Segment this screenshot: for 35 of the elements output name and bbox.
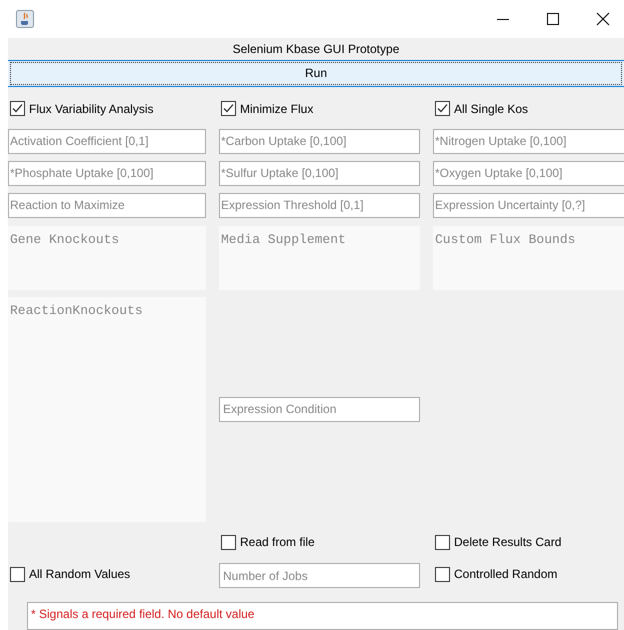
text-area[interactable]: Custom Flux Bounds [433,226,624,290]
cup-icon [16,10,34,28]
checkbox[interactable] [435,534,450,550]
number-of-jobs-field[interactable]: Number of Jobs [219,563,420,588]
checkbox[interactable] [435,566,450,582]
checkbox[interactable] [221,534,236,550]
input-field[interactable]: *Nitrogen Uptake [0,100] [433,128,624,154]
checkbox-label[interactable]: All Random Values [29,565,130,584]
expression-condition-field[interactable]: Expression Condition [219,396,420,422]
app-title: Selenium Kbase GUI Prototype [232,41,400,58]
run-button[interactable]: Run [8,60,624,87]
input-field[interactable]: *Carbon Uptake [0,100] [219,128,420,154]
checkbox-label[interactable]: Read from file [240,533,315,552]
input-field[interactable]: Expression Threshold [0,1] [219,192,420,218]
reaction-knockouts-area[interactable]: ReactionKnockouts [8,296,206,522]
close-icon[interactable] [596,12,610,26]
input-field[interactable]: *Oxygen Uptake [0,100] [433,160,624,186]
text-area[interactable]: Gene Knockouts [8,226,206,290]
checkbox[interactable] [10,566,25,582]
input-field[interactable]: Activation Coefficient [0,1] [8,128,206,154]
checkbox-label[interactable]: Delete Results Card [454,533,562,552]
text-area[interactable]: Media Supplement [219,226,420,290]
checkbox[interactable] [221,101,236,116]
checkbox[interactable] [10,101,25,116]
checkbox-label[interactable]: All Single Kos [454,100,528,118]
checkbox-label[interactable]: Minimize Flux [240,100,314,118]
input-field[interactable]: *Phosphate Uptake [0,100] [8,160,206,186]
checkbox-label[interactable]: Controlled Random [454,565,558,584]
required-field-note: * Signals a required field. No default value [31,606,254,621]
checkbox[interactable] [435,101,450,116]
input-field[interactable]: Reaction to Maximize [8,192,206,218]
input-field[interactable]: *Sulfur Uptake [0,100] [219,160,420,186]
maximize-icon[interactable] [546,12,560,26]
input-field[interactable]: Expression Uncertainty [0,?] [433,192,624,218]
checkbox-label[interactable]: Flux Variability Analysis [29,100,154,118]
